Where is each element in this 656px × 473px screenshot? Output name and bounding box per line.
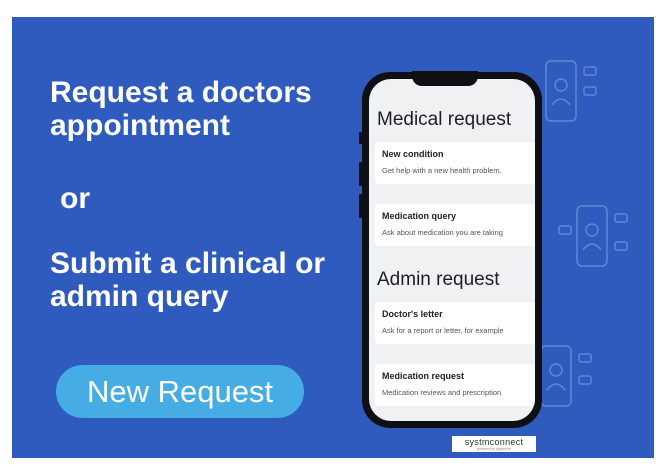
list-item-medication-request[interactable]: Medication request Medication reviews an…	[375, 364, 535, 406]
list-item-title: New condition	[382, 149, 444, 159]
logo-subtitle: powered by systmone	[476, 447, 512, 451]
phone-screen: Medical request New condition Get help w…	[369, 79, 535, 421]
phone-doctor-icon	[540, 345, 592, 407]
list-item-subtitle: Medication reviews and prescription	[382, 388, 502, 397]
phone-mockup: Medical request New condition Get help w…	[359, 71, 542, 428]
admin-request-heading: Admin request	[377, 269, 500, 290]
medical-request-heading: Medical request	[377, 109, 512, 130]
list-item-title: Medication query	[382, 211, 457, 221]
list-item-doctors-letter[interactable]: Doctor's letter Ask for a report or lett…	[375, 302, 535, 344]
headline-appointment: Request a doctors appointment	[50, 76, 312, 142]
list-item-title: Medication request	[382, 371, 465, 381]
list-item-subtitle: Get help with a new health problem.	[382, 166, 502, 175]
list-item-title: Doctor's letter	[382, 309, 443, 319]
phone-side-button	[359, 162, 362, 186]
list-item-subtitle: Ask for a report or letter, for example	[382, 326, 504, 335]
headline-or: or	[60, 182, 90, 215]
banner: Request a doctors appointment or Submit …	[12, 17, 654, 458]
logo-name: systmconnect	[464, 437, 524, 447]
phone-side-button	[359, 132, 362, 144]
headline-query: Submit a clinical or admin query	[50, 247, 326, 313]
phone-notch	[412, 71, 478, 86]
phone-doctor-icon	[558, 205, 628, 267]
new-request-button[interactable]: New Request	[56, 365, 304, 418]
systmconnect-logo: systmconnect powered by systmone	[452, 436, 536, 452]
list-item-subtitle: Ask about medication you are taking	[382, 228, 503, 237]
phone-side-button	[359, 194, 362, 218]
list-item-new-condition[interactable]: New condition Get help with a new health…	[375, 142, 535, 184]
list-item-medication-query[interactable]: Medication query Ask about medication yo…	[375, 204, 535, 246]
phone-doctor-icon	[545, 60, 597, 122]
